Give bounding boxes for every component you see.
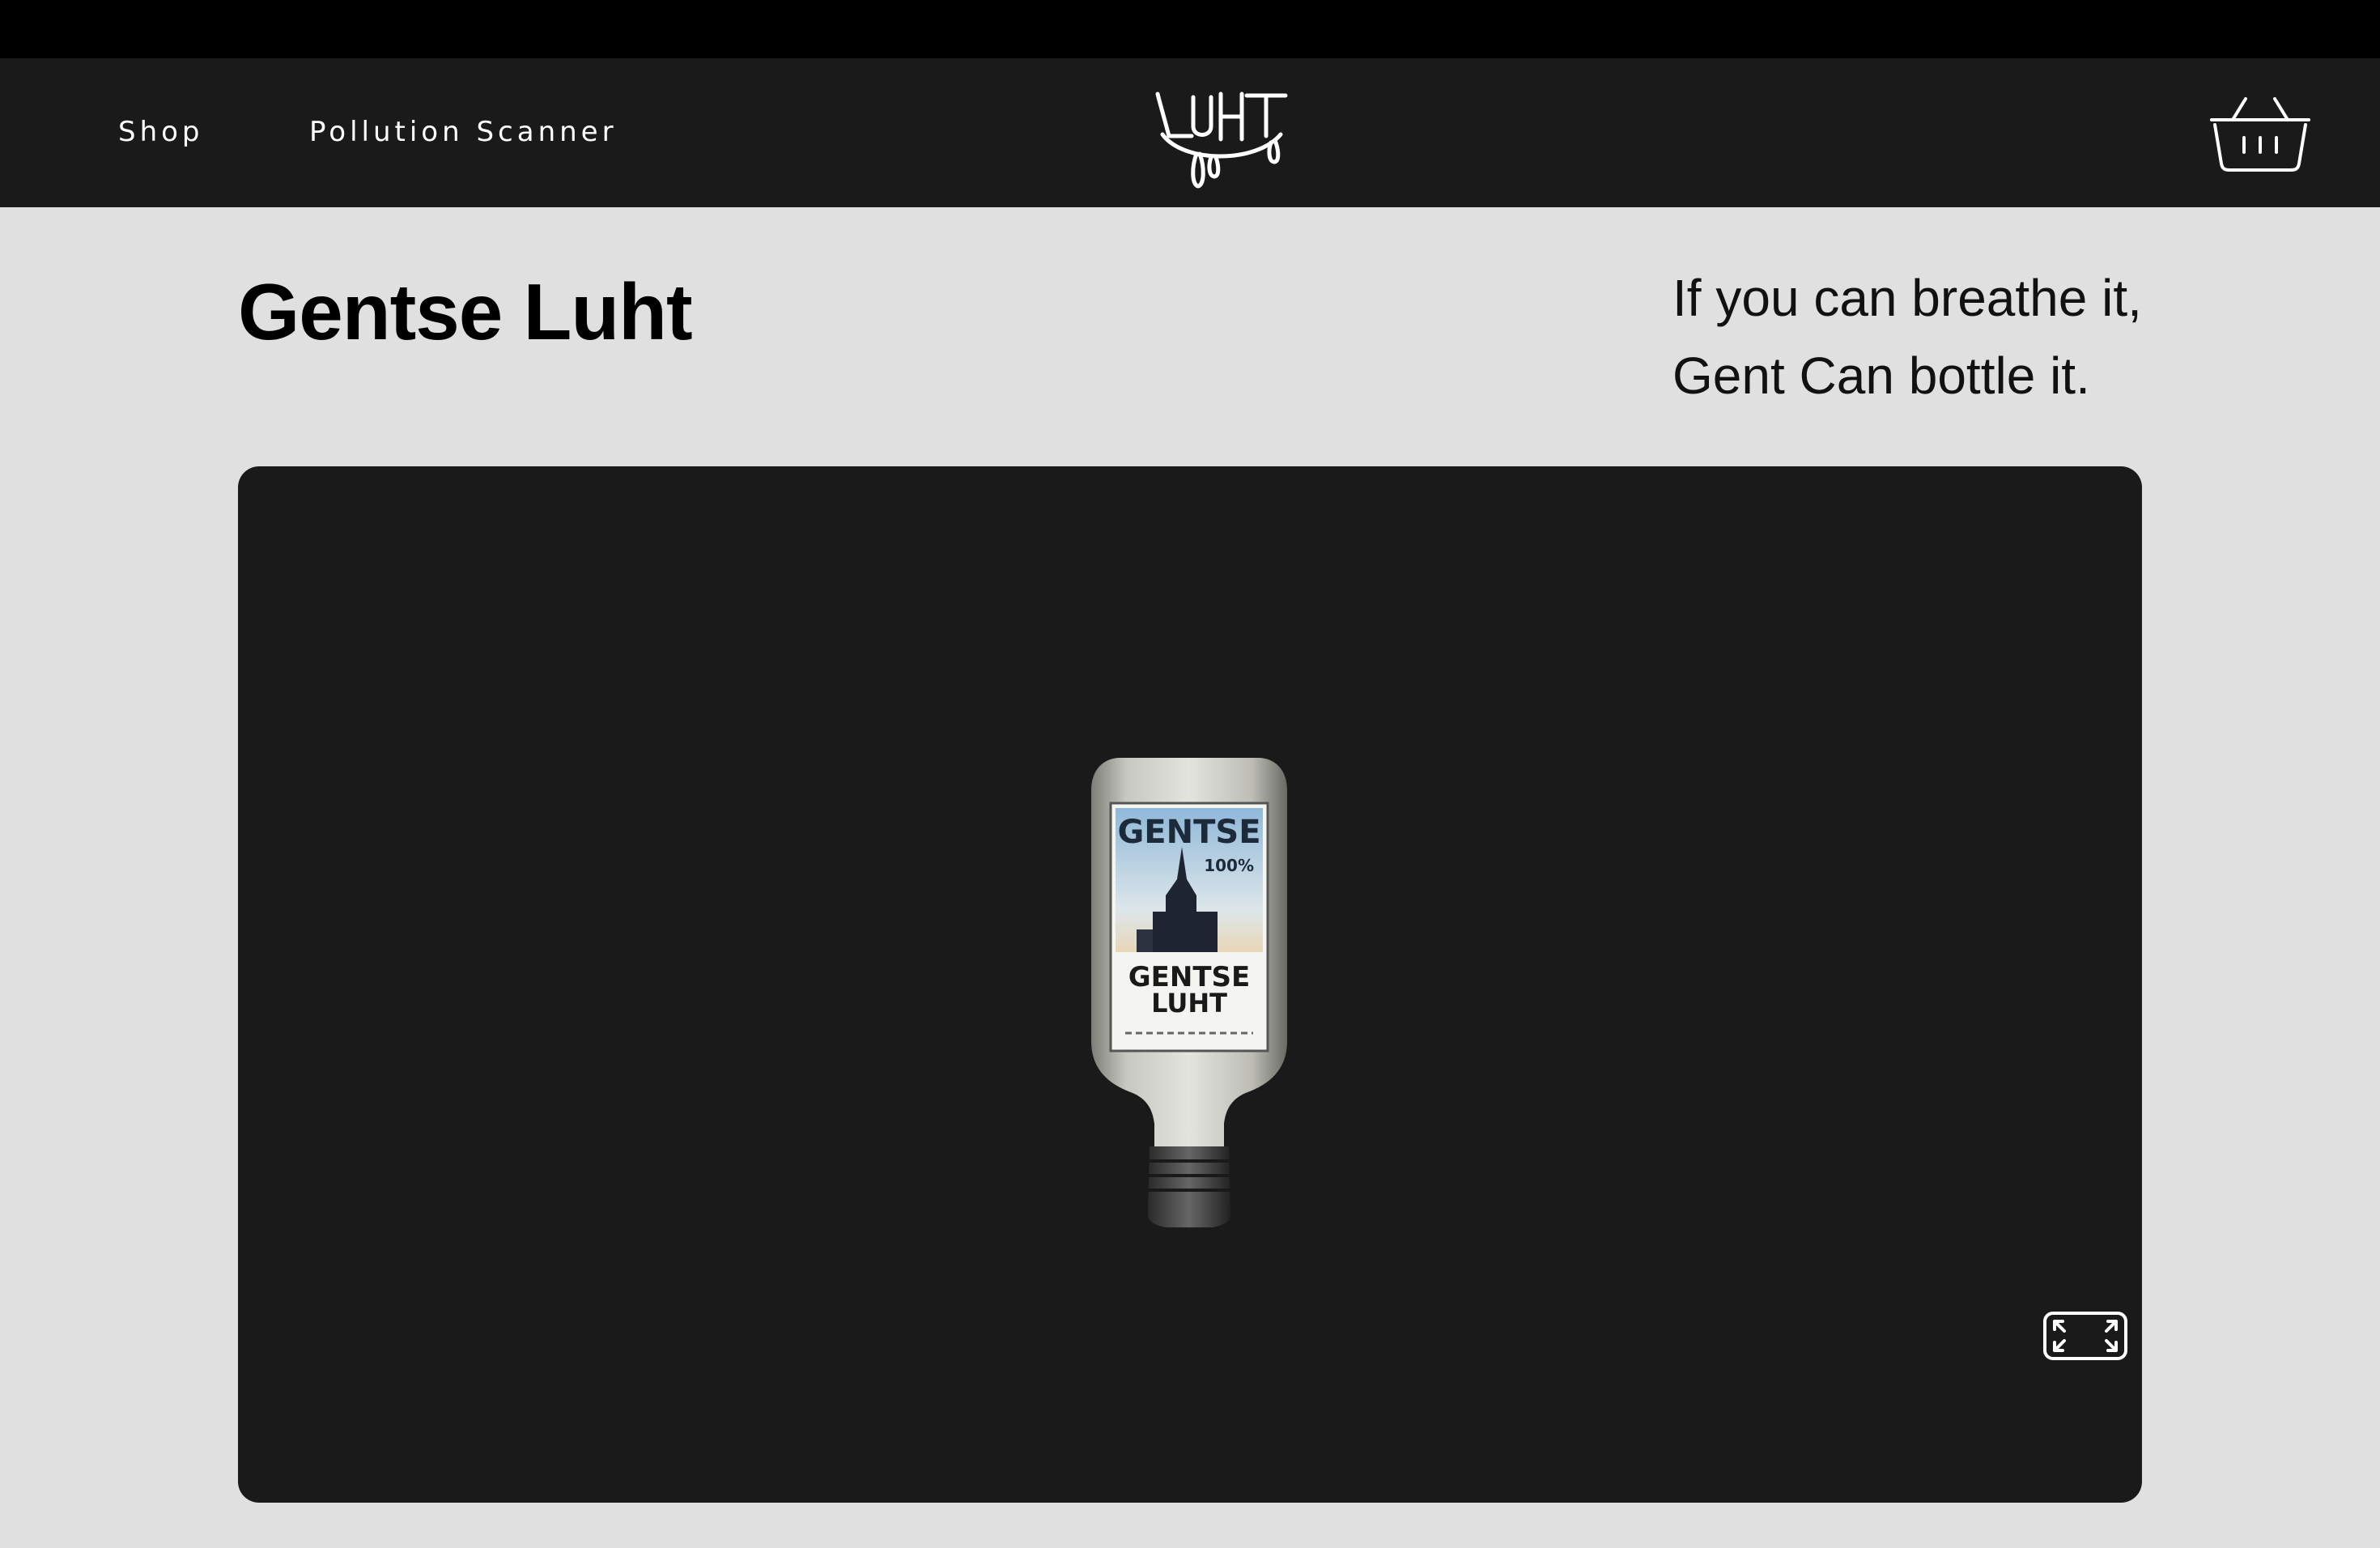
fullscreen-button[interactable] <box>2043 1312 2127 1360</box>
top-black-bar <box>0 0 2380 58</box>
bottle-image[interactable]: GENTSE 100% GENTSE LUHT <box>1088 758 1290 1227</box>
nav-link-shop[interactable]: Shop <box>118 116 204 148</box>
expand-icon <box>2053 1320 2118 1352</box>
page-title: Gentse Luht <box>238 267 693 356</box>
luht-logo[interactable] <box>1151 83 1290 198</box>
product-3d-viewer[interactable]: GENTSE 100% GENTSE LUHT <box>238 466 2142 1503</box>
label-bottom-text-2: LUHT <box>1151 988 1227 1019</box>
basket-icon[interactable] <box>2208 92 2312 173</box>
tagline-line-2: Gent Can bottle it. <box>1672 347 2090 405</box>
tagline: If you can breathe it, Gent Can bottle i… <box>1672 259 2174 415</box>
label-top-text: GENTSE <box>1117 814 1260 851</box>
nav-link-pollution-scanner[interactable]: Pollution Scanner <box>309 116 618 148</box>
luht-logo-icon <box>1155 91 1288 189</box>
label-badge-text: 100% <box>1204 856 1254 875</box>
tagline-line-1: If you can breathe it, <box>1672 269 2142 327</box>
